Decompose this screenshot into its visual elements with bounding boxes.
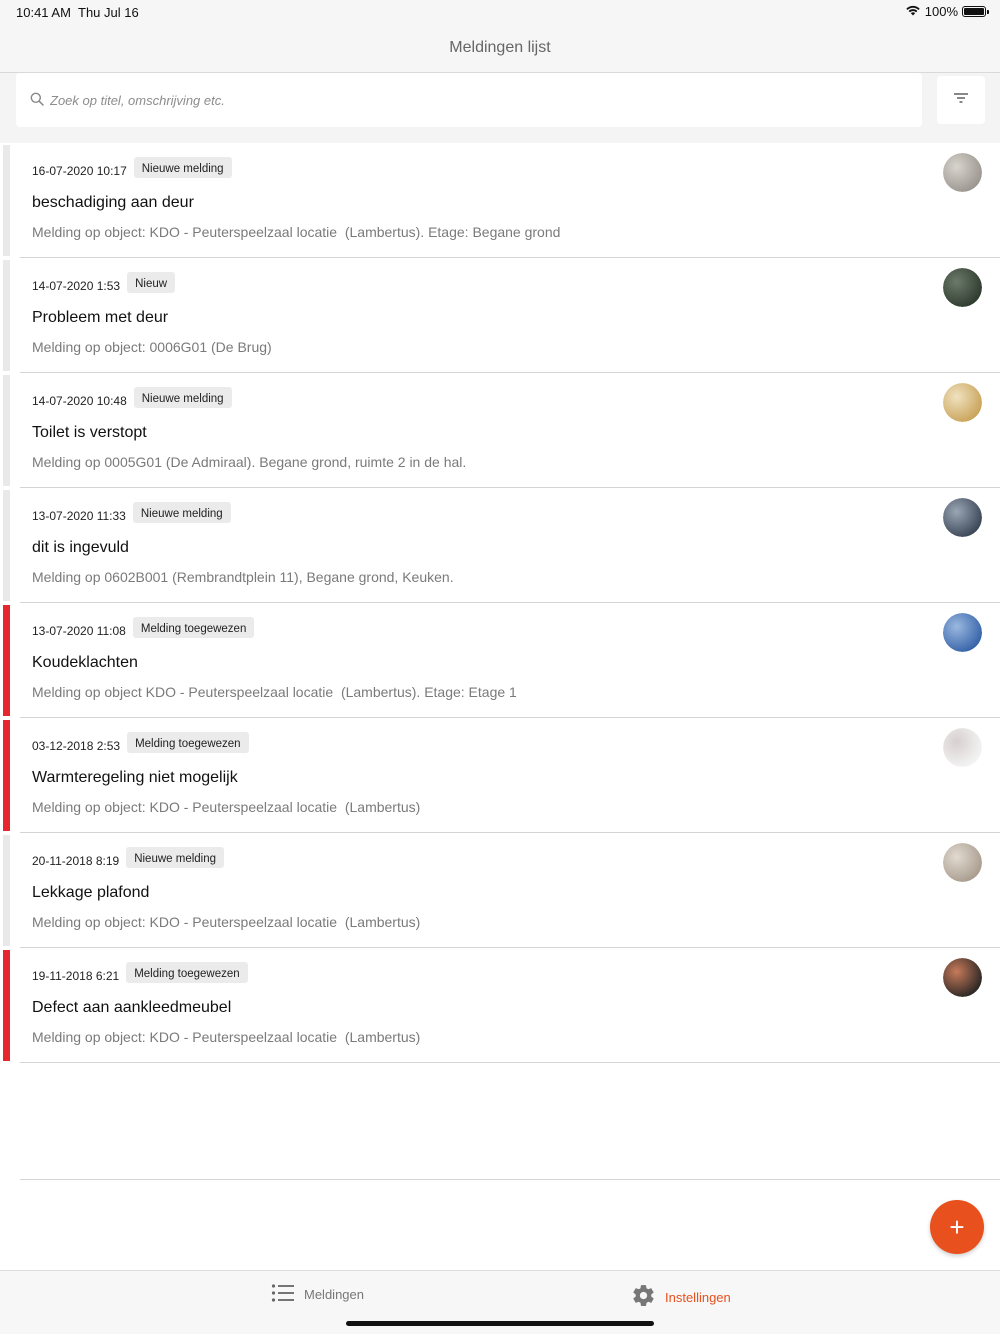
list-icon bbox=[271, 1283, 295, 1306]
row-meta: 14-07-2020 1:53 Nieuw bbox=[32, 271, 176, 293]
melding-title: Warmteregeling niet mogelijk bbox=[32, 769, 238, 786]
melding-title: Koudeklachten bbox=[32, 654, 138, 671]
melding-photo-thumbnail[interactable] bbox=[943, 498, 982, 537]
status-badge: Melding toegewezen bbox=[127, 731, 249, 753]
page-title: Meldingen lijst bbox=[449, 39, 551, 56]
melding-date: 13-07-2020 11:33 bbox=[32, 509, 126, 523]
status-badge: Nieuw bbox=[127, 271, 176, 293]
status-indicator-bar bbox=[3, 145, 10, 256]
melding-row[interactable]: 16-07-2020 10:17 Nieuwe melding beschadigi… bbox=[0, 143, 1000, 258]
list-bottom-divider bbox=[20, 1179, 1000, 1180]
search-input[interactable] bbox=[50, 92, 910, 108]
row-meta: 14-07-2020 10:48 Nieuwe melding bbox=[32, 386, 232, 408]
status-indicator-bar bbox=[3, 375, 10, 486]
plus-icon: + bbox=[949, 1212, 965, 1242]
meldingen-list: 16-07-2020 10:17 Nieuwe melding beschadigi… bbox=[0, 143, 1000, 1063]
melding-title: Defect aan aankleedmeubel bbox=[32, 999, 232, 1016]
row-divider bbox=[20, 1062, 1000, 1063]
home-indicator bbox=[346, 1321, 654, 1326]
melding-photo-thumbnail[interactable] bbox=[943, 958, 982, 997]
add-melding-button[interactable]: + bbox=[930, 1200, 984, 1254]
app-screen: 10:41 AM Thu Jul 16 100% Meldingen lijst bbox=[0, 0, 1000, 1334]
status-badge: Nieuwe melding bbox=[126, 846, 225, 868]
melding-row[interactable]: 13-07-2020 11:08 Melding toegewezen Koudek… bbox=[0, 603, 1000, 718]
status-indicator-bar bbox=[3, 950, 10, 1061]
status-badge: Melding toegewezen bbox=[126, 961, 248, 983]
row-meta: 19-11-2018 6:21 Melding toegewezen bbox=[32, 961, 248, 983]
filter-icon bbox=[953, 91, 969, 109]
melding-row[interactable]: 03-12-2018 2:53 Melding toegewezen Warmter… bbox=[0, 718, 1000, 833]
status-badge: Nieuwe melding bbox=[132, 501, 231, 523]
melding-row[interactable]: 13-07-2020 11:33 Nieuwe melding dit is ing… bbox=[0, 488, 1000, 603]
row-meta: 13-07-2020 11:33 Nieuwe melding bbox=[32, 501, 231, 523]
melding-photo-thumbnail[interactable] bbox=[943, 383, 982, 422]
search-icon bbox=[30, 92, 46, 108]
row-meta: 13-07-2020 11:08 Melding toegewezen bbox=[32, 616, 255, 638]
status-badge: Nieuwe melding bbox=[133, 156, 232, 178]
filter-button[interactable] bbox=[937, 76, 985, 124]
melding-photo-thumbnail[interactable] bbox=[943, 613, 982, 652]
row-meta: 16-07-2020 10:17 Nieuwe melding bbox=[32, 156, 232, 178]
row-meta: 20-11-2018 8:19 Nieuwe melding bbox=[32, 846, 225, 868]
status-indicator-bar bbox=[3, 490, 10, 601]
melding-title: Probleem met deur bbox=[32, 309, 169, 326]
melding-title: Toilet is verstopt bbox=[32, 424, 147, 441]
melding-date: 16-07-2020 10:17 bbox=[32, 164, 127, 178]
search-area bbox=[0, 73, 1000, 143]
melding-description: Melding op object: KDO - Peuterspeelzaal… bbox=[32, 914, 421, 930]
melding-title: dit is ingevuld bbox=[32, 539, 129, 556]
navigation-bar: Meldingen lijst bbox=[0, 26, 1000, 73]
battery-percentage: 100% bbox=[924, 4, 958, 19]
status-indicator-bar bbox=[3, 260, 10, 371]
melding-date: 19-11-2018 6:21 bbox=[32, 969, 120, 983]
wifi-icon bbox=[905, 4, 921, 19]
status-time: 10:41 AM bbox=[16, 5, 71, 20]
row-meta: 03-12-2018 2:53 Melding toegewezen bbox=[32, 731, 249, 753]
gear-icon bbox=[631, 1283, 656, 1311]
melding-description: Melding op object KDO - Peuterspeelzaal … bbox=[32, 684, 517, 700]
status-date: Thu Jul 16 bbox=[78, 5, 139, 20]
battery-icon bbox=[962, 6, 989, 17]
status-indicator-bar bbox=[3, 835, 10, 946]
status-bar: 10:41 AM Thu Jul 16 100% bbox=[0, 0, 1000, 26]
melding-date: 20-11-2018 8:19 bbox=[32, 854, 120, 868]
status-badge: Nieuwe melding bbox=[133, 386, 232, 408]
status-indicator-bar bbox=[3, 605, 10, 716]
melding-row[interactable]: 19-11-2018 6:21 Melding toegewezen Defect … bbox=[0, 948, 1000, 1063]
melding-date: 14-07-2020 10:48 bbox=[32, 394, 127, 408]
tab-instellingen[interactable]: Instellingen bbox=[631, 1283, 731, 1311]
melding-description: Melding op object: KDO - Peuterspeelzaal… bbox=[32, 1029, 421, 1045]
melding-row[interactable]: 14-07-2020 1:53 Nieuw Probleem met deur Mel… bbox=[0, 258, 1000, 373]
tab-meldingen[interactable]: Meldingen bbox=[271, 1283, 364, 1306]
status-indicators: 100% bbox=[905, 4, 989, 19]
melding-photo-thumbnail[interactable] bbox=[943, 153, 982, 192]
melding-title: beschadiging aan deur bbox=[32, 194, 194, 211]
melding-title: Lekkage plafond bbox=[32, 884, 150, 901]
melding-row[interactable]: 20-11-2018 8:19 Nieuwe melding Lekkage pla… bbox=[0, 833, 1000, 948]
melding-date: 03-12-2018 2:53 bbox=[32, 739, 121, 753]
melding-description: Melding op 0602B001 (Rembrandtplein 11),… bbox=[32, 569, 454, 585]
melding-photo-thumbnail[interactable] bbox=[943, 843, 982, 882]
melding-photo-thumbnail[interactable] bbox=[943, 268, 982, 307]
melding-description: Melding op object: KDO - Peuterspeelzaal… bbox=[32, 799, 421, 815]
tab-instellingen-label: Instellingen bbox=[665, 1289, 731, 1305]
melding-date: 14-07-2020 1:53 bbox=[32, 279, 121, 293]
melding-description: Melding op object: KDO - Peuterspeelzaal… bbox=[32, 224, 561, 240]
tab-meldingen-label: Meldingen bbox=[304, 1287, 364, 1302]
melding-photo-thumbnail[interactable] bbox=[943, 728, 982, 767]
melding-description: Melding op 0005G01 (De Admiraal). Begane… bbox=[32, 454, 467, 470]
melding-row[interactable]: 14-07-2020 10:48 Nieuwe melding Toilet is … bbox=[0, 373, 1000, 488]
melding-description: Melding op object: 0006G01 (De Brug) bbox=[32, 339, 272, 355]
melding-date: 13-07-2020 11:08 bbox=[32, 624, 126, 638]
status-indicator-bar bbox=[3, 720, 10, 831]
search-box[interactable] bbox=[16, 73, 922, 127]
status-badge: Melding toegewezen bbox=[132, 616, 255, 638]
